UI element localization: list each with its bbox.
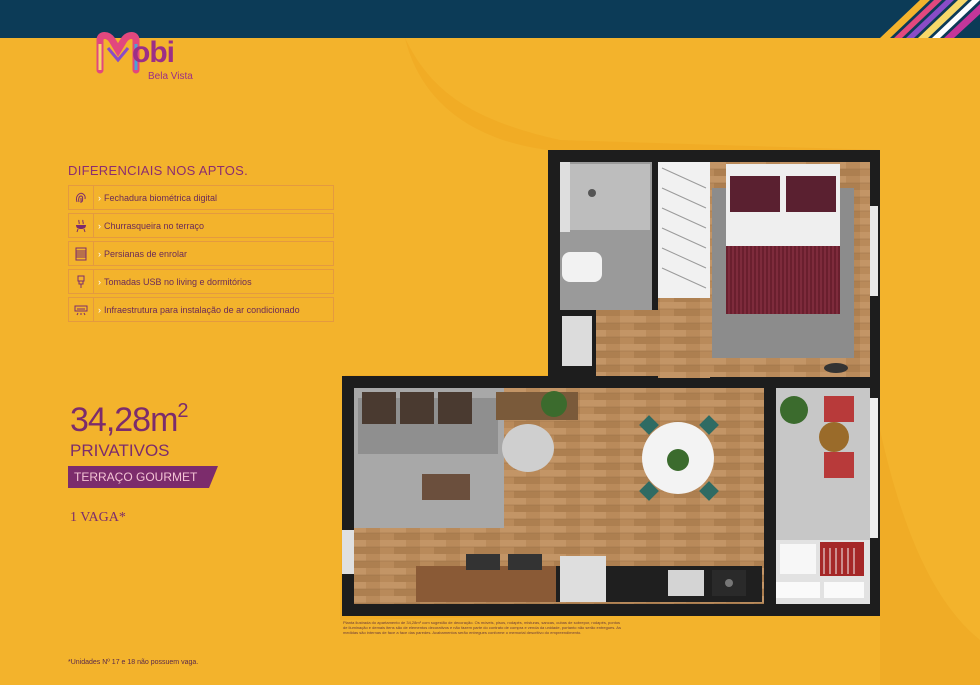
unit-area: 34,28m2 [70,400,189,439]
air-conditioner-icon [69,298,94,321]
terraco-badge: TERRAÇO GOURMET [68,466,218,488]
features-title: DIFERENCIAIS NOS APTOS. [68,163,249,178]
vaga-label: 1 VAGA* [70,510,126,525]
fridge [560,556,606,602]
feature-label: Tomadas USB no living e dormitórios [104,276,252,287]
feature-item: › Fechadura biométrica digital [68,185,334,210]
footnote: *Unidades Nº 17 e 18 não possuem vaga. [68,659,199,666]
armchair [502,424,554,472]
feature-label: Infraestrutura para instalação de ar con… [104,304,300,315]
logo-wordmark: obi [132,36,175,69]
feature-item: › Infraestrutura para instalação de ar co… [68,297,334,322]
feature-item: › Persianas de enrolar [68,241,334,266]
blinds-icon [69,242,94,265]
feature-label: Churrasqueira no terraço [104,220,205,231]
logo-subtitle: Bela Vista [148,71,193,82]
toilet [562,252,602,282]
feature-label: Fechadura biométrica digital [104,192,218,203]
brand-logo: obi Bela Vista [96,26,226,86]
feature-item: › Tomadas USB no living e dormitórios [68,269,334,294]
coffee-table [422,474,470,500]
feature-label: Persianas de enrolar [104,248,188,259]
floor-plan [342,150,880,616]
terrace-table [819,422,849,452]
usb-plug-icon [69,270,94,293]
kitchen-sink [668,570,704,596]
terrace-chair [824,396,854,422]
feature-item: › Churrasqueira no terraço [68,213,334,238]
grill-icon [69,214,94,237]
features-list: › Fechadura biométrica digital › Churrasqu… [68,185,334,325]
plant [541,391,567,417]
privativos-label: PRIVATIVOS [70,441,170,460]
bathroom-sink [562,316,592,366]
fingerprint-icon [69,186,94,209]
plan-disclaimer: Planta ilustrada do apartamento de 34,28… [343,620,621,635]
